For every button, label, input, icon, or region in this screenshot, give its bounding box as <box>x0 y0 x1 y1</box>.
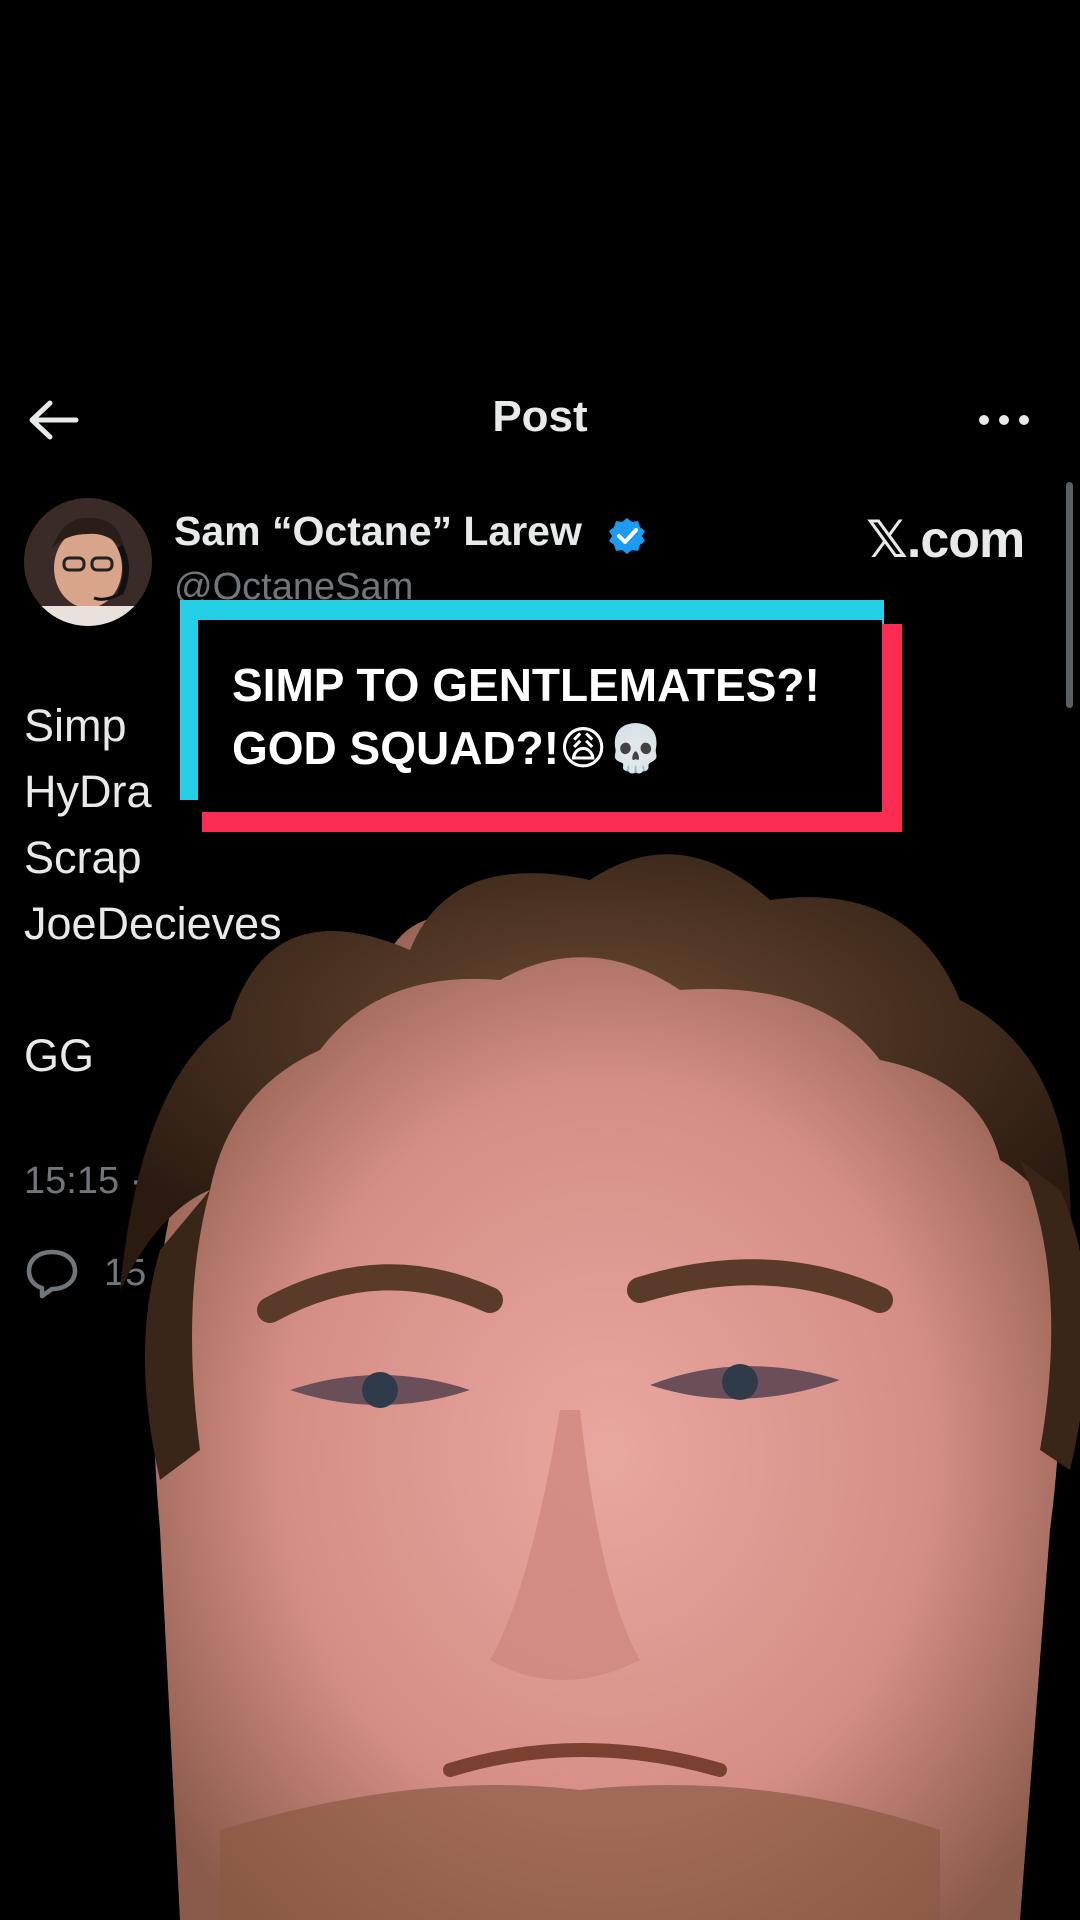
caption-line-2: GOD SQUAD?!😩💀 <box>232 722 665 774</box>
overlay-person-face <box>120 854 1080 1920</box>
caption-text: SIMP TO GENTLEMATES?! GOD SQUAD?!😩💀 <box>232 654 872 780</box>
page-title: Post <box>492 392 588 441</box>
post-line: HyDra <box>24 766 152 817</box>
author-name[interactable]: Sam “Octane” Larew <box>174 508 582 555</box>
scrollbar[interactable] <box>1066 482 1073 708</box>
x-watermark: 𝕏.com <box>866 511 1025 569</box>
post-line: GG <box>24 1030 95 1081</box>
more-horizontal-icon[interactable] <box>976 408 1032 432</box>
post-line: Simp <box>24 700 127 751</box>
avatar[interactable] <box>24 498 152 626</box>
reply-icon[interactable] <box>24 1246 80 1300</box>
verified-badge-icon <box>609 518 645 554</box>
caption-line-1: SIMP TO GENTLEMATES?! <box>232 659 820 711</box>
